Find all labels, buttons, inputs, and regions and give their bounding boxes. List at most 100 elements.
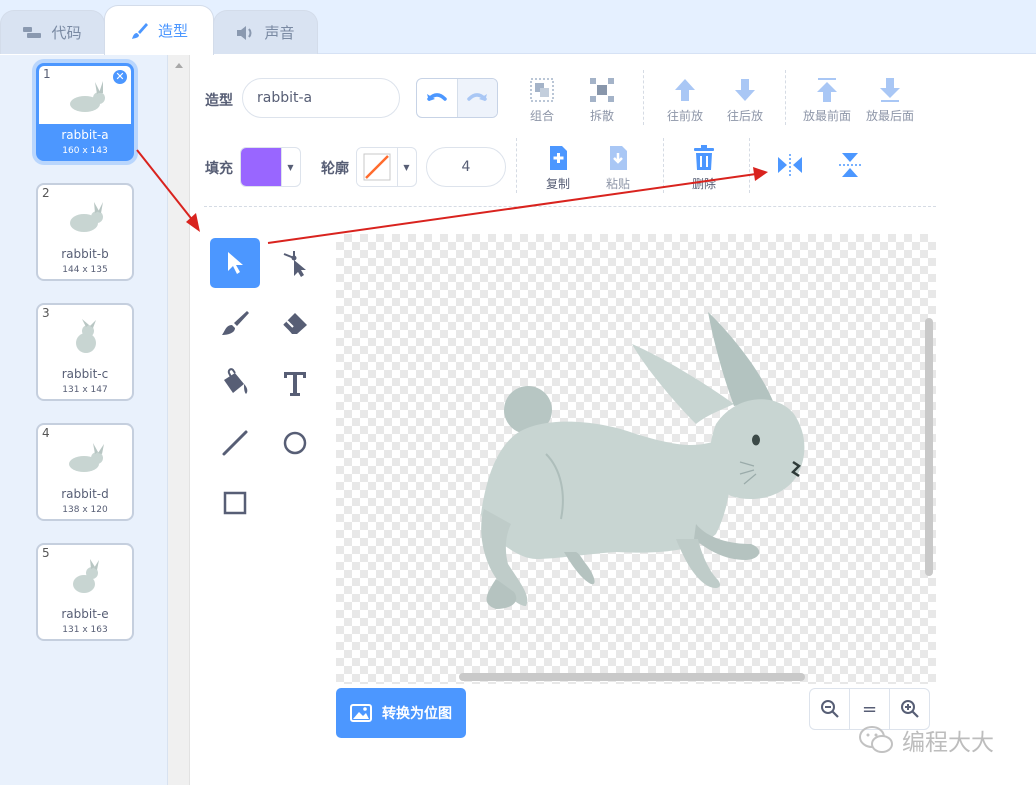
outline-swatch xyxy=(357,148,397,186)
rabbit-head xyxy=(710,399,805,500)
chevron-down-icon: ▼ xyxy=(397,148,415,186)
paintbrush-icon xyxy=(222,311,249,335)
paste-button[interactable]: 粘贴 xyxy=(588,143,648,192)
brush-tool[interactable] xyxy=(210,298,260,348)
convert-to-bitmap-label: 转换为位图 xyxy=(382,706,452,722)
outline-label: 轮廓 xyxy=(321,161,349,177)
delete-button[interactable]: 删除 xyxy=(674,143,734,192)
rabbit-thumbnail xyxy=(70,202,103,232)
tab-sounds[interactable]: 声音 xyxy=(213,10,318,54)
paint-bucket-icon xyxy=(224,368,248,394)
costume-list-scrollbar[interactable] xyxy=(168,55,190,785)
flip-vertical-button[interactable] xyxy=(820,150,880,180)
fill-label: 填充 xyxy=(205,161,233,177)
costume-item-rabbit-a[interactable]: 1 rabbit-a 160 x 143 ✕ xyxy=(36,63,134,161)
scroll-up-icon[interactable] xyxy=(175,63,183,68)
ungroup-icon xyxy=(590,78,614,102)
arrow-cursor-icon xyxy=(228,252,243,274)
toolbar-divider xyxy=(749,138,750,193)
group-icon xyxy=(530,78,554,102)
fill-tool[interactable] xyxy=(210,358,260,408)
reshape-icon xyxy=(283,251,306,277)
outline-color-picker[interactable]: ▼ xyxy=(356,147,417,187)
text-tool[interactable] xyxy=(270,358,320,408)
line-icon xyxy=(222,430,248,456)
convert-to-bitmap-button[interactable]: 转换为位图 xyxy=(336,688,466,738)
flip-horizontal-icon xyxy=(778,154,802,176)
ungroup-label: 拆散 xyxy=(589,109,614,123)
costume-name-input[interactable] xyxy=(242,78,400,118)
backward-button[interactable]: 往后放 xyxy=(715,75,775,124)
delete-costume-icon[interactable]: ✕ xyxy=(111,68,129,86)
costume-name-label: 造型 xyxy=(205,93,233,109)
costume-name: rabbit-c xyxy=(61,367,109,381)
paste-label: 粘贴 xyxy=(605,177,630,191)
tab-label: 声音 xyxy=(264,24,295,42)
rabbit-middle-leg xyxy=(564,552,595,585)
text-icon xyxy=(284,372,306,396)
group-label: 组合 xyxy=(529,109,554,123)
select-tool[interactable] xyxy=(210,238,260,288)
costume-size: 144 x 135 xyxy=(62,265,108,275)
undo-button[interactable] xyxy=(417,79,457,117)
toolbar-divider xyxy=(643,70,644,125)
costume-size: 138 x 120 xyxy=(62,505,108,515)
costume-item-rabbit-c[interactable]: 3 rabbit-c 131 x 147 xyxy=(36,303,134,401)
outline-width-input[interactable] xyxy=(426,147,506,187)
costume-item-rabbit-d[interactable]: 4 rabbit-d 138 x 120 xyxy=(36,423,134,521)
rectangle-icon xyxy=(223,491,247,515)
code-blocks-icon xyxy=(23,25,43,41)
image-icon xyxy=(350,704,372,722)
circle-tool[interactable] xyxy=(270,418,320,468)
chevron-down-icon: ▼ xyxy=(281,148,299,186)
costume-item-rabbit-e[interactable]: 5 rabbit-e 131 x 163 xyxy=(36,543,134,641)
costume-name: rabbit-d xyxy=(61,487,109,501)
flip-horizontal-button[interactable] xyxy=(760,150,820,180)
copy-button[interactable]: 复制 xyxy=(528,143,588,192)
canvas-vertical-scrollbar[interactable] xyxy=(925,318,933,576)
tab-costumes[interactable]: 造型 xyxy=(104,5,214,55)
send-to-back-label: 放最后面 xyxy=(865,109,914,123)
tab-code[interactable]: 代码 xyxy=(0,10,105,54)
costume-name: rabbit-a xyxy=(61,128,109,142)
watermark: 编程大大 xyxy=(858,722,994,758)
trash-icon xyxy=(694,145,714,170)
rabbit-thumbnail xyxy=(76,319,96,353)
backward-icon xyxy=(735,79,755,101)
group-button[interactable]: 组合 xyxy=(512,75,572,124)
bring-to-front-button[interactable]: 放最前面 xyxy=(797,75,857,124)
tab-bar: 代码 造型 声音 xyxy=(0,0,1036,55)
drawing-canvas[interactable] xyxy=(336,234,936,684)
zoom-reset-label: = xyxy=(861,698,878,720)
zoom-out-button[interactable] xyxy=(810,689,849,729)
delete-label: 删除 xyxy=(691,177,716,191)
eraser-tool[interactable] xyxy=(270,298,320,348)
copy-icon xyxy=(550,146,567,170)
fill-color-picker[interactable]: ▼ xyxy=(240,147,301,187)
eraser-icon xyxy=(283,313,307,334)
costume-name: rabbit-b xyxy=(61,247,109,261)
rabbit-thumbnail xyxy=(70,81,105,112)
rectangle-tool[interactable] xyxy=(210,478,260,528)
paste-icon xyxy=(610,146,627,170)
redo-button[interactable] xyxy=(456,79,497,117)
redo-icon xyxy=(467,93,488,101)
reshape-tool[interactable] xyxy=(270,238,320,288)
rabbit-body xyxy=(481,421,731,559)
wechat-icon xyxy=(859,726,893,753)
toolbar-divider xyxy=(516,138,517,193)
forward-button[interactable]: 往前放 xyxy=(655,75,715,124)
costume-item-rabbit-b[interactable]: 2 rabbit-b 144 x 135 xyxy=(36,183,134,281)
send-to-back-button[interactable]: 放最后面 xyxy=(860,75,920,124)
toolbar-divider xyxy=(663,138,664,193)
ungroup-button[interactable]: 拆散 xyxy=(572,75,632,124)
line-tool[interactable] xyxy=(210,418,260,468)
tab-label: 造型 xyxy=(157,22,188,40)
costume-number: 1 xyxy=(43,67,51,81)
watermark-text: 编程大大 xyxy=(902,730,994,756)
zoom-out-icon xyxy=(820,700,839,718)
rabbit-sprite xyxy=(481,312,805,609)
costume-size: 131 x 163 xyxy=(62,625,108,635)
speaker-icon xyxy=(236,25,256,41)
canvas-horizontal-scrollbar[interactable] xyxy=(459,673,805,681)
